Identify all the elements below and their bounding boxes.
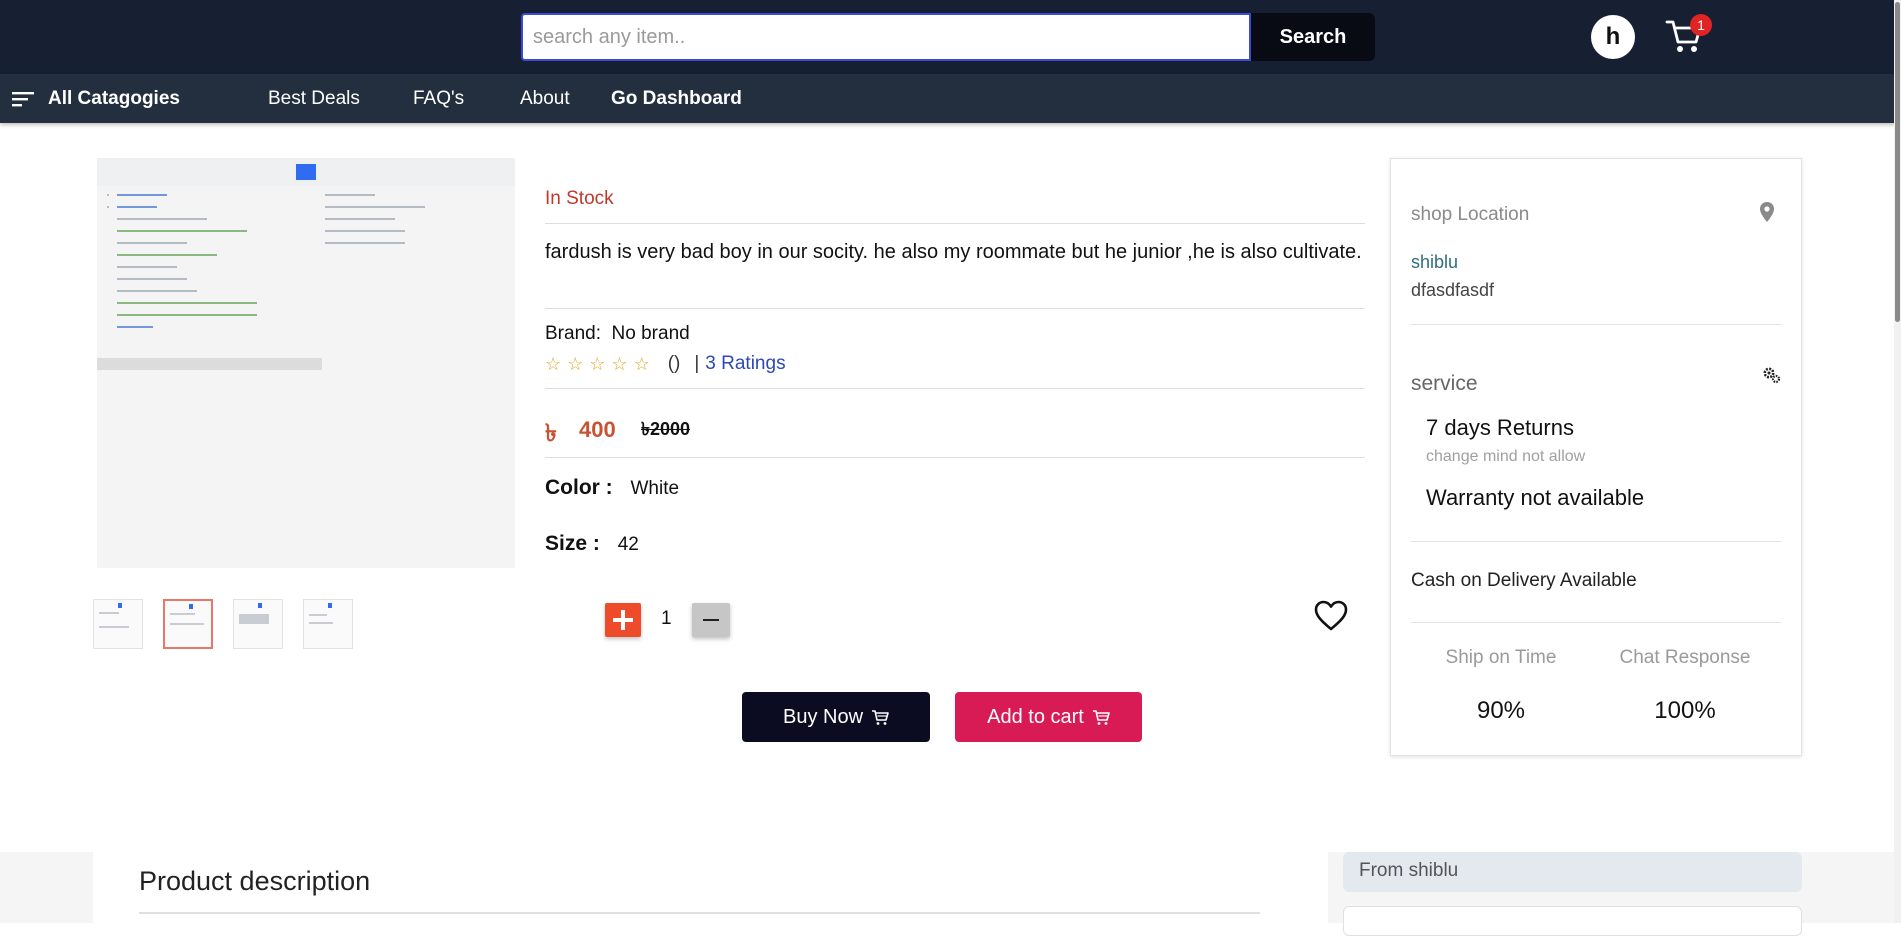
quantity-decrease-button[interactable] [692, 603, 730, 637]
cart-count-badge: 1 [1690, 14, 1712, 36]
divider [1411, 622, 1781, 623]
all-categories-menu[interactable]: All Catagogies [12, 74, 180, 123]
currency-symbol: ৳ [545, 419, 557, 447]
nav-best-deals[interactable]: Best Deals [268, 74, 360, 123]
search-input[interactable] [521, 13, 1251, 61]
star-icon[interactable]: ☆ [589, 354, 605, 375]
rating-separator: | [694, 353, 700, 374]
warranty-status: Warranty not available [1426, 485, 1645, 510]
search-button[interactable]: Search [1251, 13, 1375, 61]
size-label: Size : [545, 532, 600, 555]
shop-name[interactable]: shiblu [1411, 252, 1458, 273]
size-row: Size : 42 [545, 532, 639, 556]
buy-now-label: Buy Now [782, 705, 864, 728]
ratings-link[interactable]: 3 Ratings [705, 353, 785, 375]
chat-response-value: 100% [1654, 697, 1716, 724]
divider [1411, 541, 1781, 542]
size-value: 42 [617, 534, 639, 555]
divider [545, 308, 1365, 309]
shop-address: dfasdfasdf [1411, 280, 1495, 300]
menu-icon [12, 91, 34, 106]
brand-value: No brand [611, 323, 690, 344]
returns-note: change mind not allow [1426, 448, 1586, 465]
image-run-badge [296, 164, 316, 180]
cart-icon [872, 710, 889, 725]
location-pin-icon [1760, 202, 1774, 222]
from-seller-label: From shiblu [1359, 860, 1459, 881]
divider [139, 912, 1260, 914]
quantity-increase-button[interactable] [605, 603, 641, 637]
star-icon[interactable]: ☆ [634, 354, 650, 375]
heart-icon[interactable] [1313, 598, 1349, 634]
product-main-image[interactable] [97, 158, 515, 568]
ship-on-time-label: Ship on Time [1445, 647, 1557, 668]
divider [545, 223, 1365, 224]
shop-info-panel: shop Location shiblu dfasdfasdf service … [1390, 158, 1802, 756]
gear-icon [1763, 367, 1781, 384]
cart-button[interactable]: 1 [1664, 14, 1712, 60]
color-row: Color : White [545, 476, 679, 500]
service-title: service [1411, 372, 1478, 395]
buy-now-button[interactable]: Buy Now [742, 692, 930, 742]
top-header: Search h 1 [0, 0, 1901, 74]
rating-row: ☆ ☆ ☆ ☆ ☆ () | 3 Ratings [545, 352, 786, 376]
stock-status: In Stock [545, 188, 614, 209]
star-icon[interactable]: ☆ [611, 354, 627, 375]
chat-response-label: Chat Response [1619, 647, 1751, 668]
nav-go-dashboard[interactable]: Go Dashboard [611, 74, 742, 123]
from-seller-card [1343, 906, 1802, 936]
image-highlight-line [97, 358, 322, 370]
rating-count: () [667, 353, 681, 374]
color-value: White [630, 478, 680, 499]
color-label: Color : [545, 476, 613, 499]
nav-faqs[interactable]: FAQ's [413, 74, 464, 123]
brand-label: Brand: [545, 323, 601, 344]
ship-on-time-value: 90% [1476, 697, 1526, 724]
quantity-value: 1 [661, 608, 672, 629]
navigation-bar: All Catagogies Best Deals FAQ's About Go… [0, 74, 1901, 123]
current-price: 400 [579, 417, 616, 442]
brand-row: Brand: No brand [545, 323, 690, 345]
page-scrollbar[interactable] [1894, 0, 1901, 923]
avatar[interactable]: h [1591, 15, 1635, 59]
product-title: fardush is very bad boy in our socity. h… [545, 241, 1362, 263]
from-seller-header: From shiblu [1343, 852, 1802, 892]
all-categories-label: All Catagogies [48, 87, 180, 109]
product-thumbnail[interactable] [303, 599, 353, 649]
scrollbar-thumb[interactable] [1895, 2, 1900, 322]
shop-location-title: shop Location [1411, 204, 1530, 225]
divider [1411, 324, 1781, 325]
cash-on-delivery: Cash on Delivery Available [1411, 570, 1637, 591]
divider [545, 457, 1365, 458]
product-thumbnail[interactable] [93, 599, 143, 649]
product-description-title: Product description [139, 866, 371, 896]
returns-policy: 7 days Returns [1426, 415, 1574, 440]
add-to-cart-button[interactable]: Add to cart [955, 692, 1142, 742]
search-bar: Search [521, 13, 1375, 61]
star-icon[interactable]: ☆ [545, 354, 561, 375]
product-thumbnail-active[interactable] [163, 599, 213, 649]
product-thumbnail[interactable] [233, 599, 283, 649]
add-to-cart-label: Add to cart [987, 705, 1084, 728]
product-description-card: Product description [93, 852, 1328, 923]
old-price: ৳2000 [641, 419, 691, 439]
star-icon[interactable]: ☆ [567, 354, 583, 375]
nav-about[interactable]: About [520, 74, 570, 123]
cart-icon [1092, 710, 1110, 725]
divider [545, 388, 1365, 389]
